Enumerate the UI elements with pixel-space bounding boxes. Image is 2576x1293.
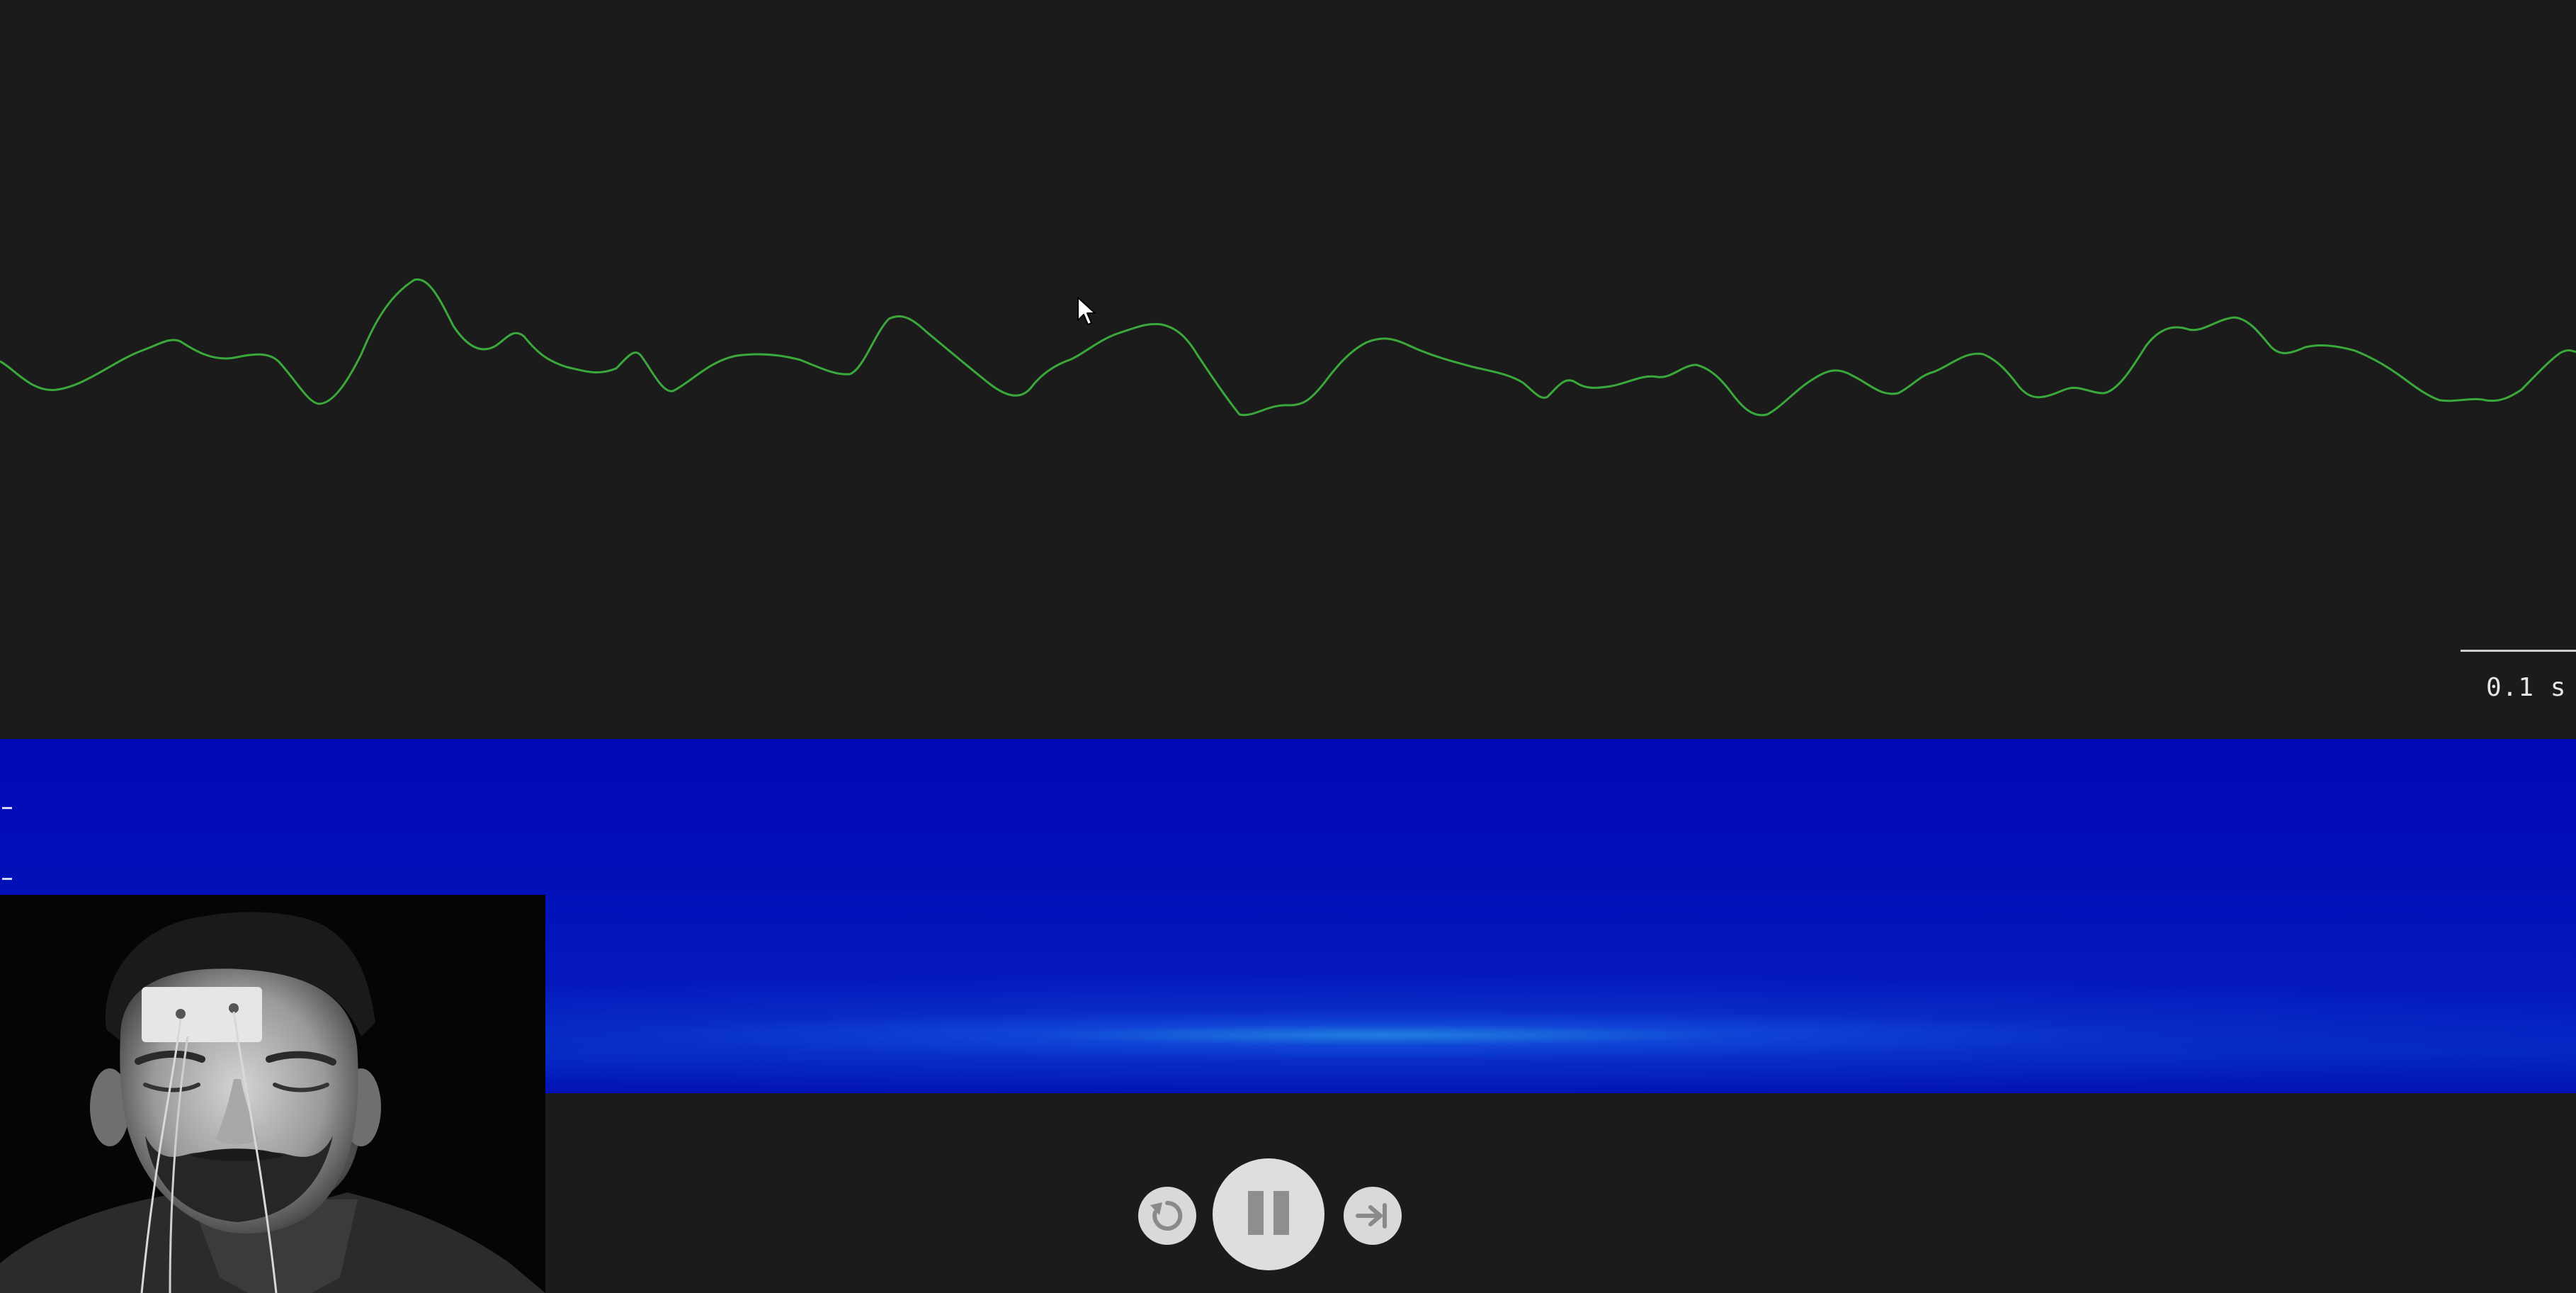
playback-controls	[1133, 1155, 1402, 1270]
skip-to-end-button[interactable]	[1344, 1187, 1402, 1245]
spectrogram-tick	[2, 878, 12, 880]
mouse-cursor-icon	[1077, 297, 1096, 325]
waveform-panel: 0.1 s	[0, 0, 2576, 739]
waveform-trace	[0, 278, 2576, 417]
replay-icon	[1150, 1200, 1183, 1231]
skip-to-end-icon	[1356, 1203, 1387, 1229]
webcam-feed	[0, 895, 545, 1293]
replay-button[interactable]	[1138, 1187, 1196, 1245]
time-scale-label: 0.1 s	[2486, 673, 2567, 702]
eeg-signal-line	[0, 278, 2576, 417]
pause-icon	[1243, 1191, 1294, 1238]
pause-button[interactable]	[1213, 1158, 1324, 1270]
person-with-electrodes-image	[0, 895, 545, 1293]
eeg-viewer: 0.1 s	[0, 0, 2576, 1293]
time-scale-bar	[2461, 650, 2576, 652]
spectrogram-tick	[2, 807, 12, 809]
